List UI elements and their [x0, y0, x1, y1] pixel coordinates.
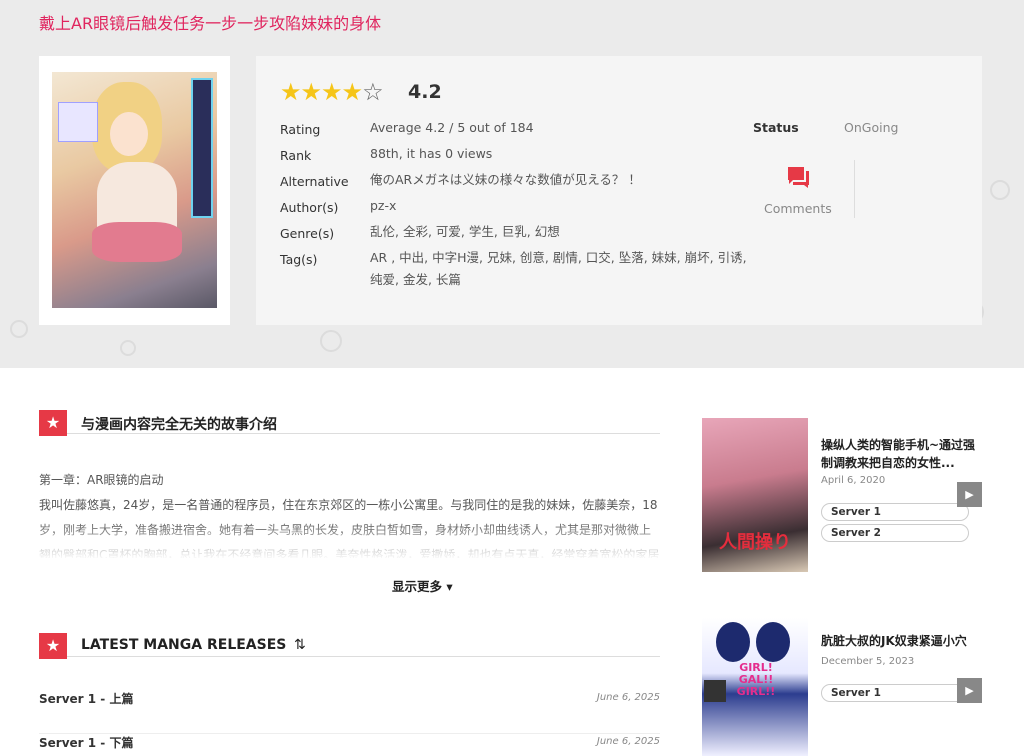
releases-heading: LATEST MANGA RELEASES [81, 637, 287, 653]
sidebar-item-title[interactable]: 操纵人类的智能手机~通过强制调教来把自恋的女性... [821, 436, 981, 472]
sort-arrows-icon[interactable]: ⇅ [294, 637, 306, 653]
play-arrow-icon[interactable]: ▶ [957, 482, 982, 507]
cover-frame [39, 56, 230, 325]
rank-value: 88th, it has 0 views [370, 146, 493, 161]
thumbnail-logo-art: GIRL! GAL!! GIRL!! [736, 661, 776, 698]
synopsis-fade [39, 520, 660, 560]
synopsis-heading: 与漫画内容完全无关的故事介绍 [81, 417, 277, 433]
play-arrow-icon[interactable]: ▶ [957, 678, 982, 703]
sidebar-item-date: April 6, 2020 [821, 475, 886, 486]
cover-image[interactable] [52, 72, 217, 308]
releases-header: ★ LATEST MANGA RELEASES ⇅ [39, 633, 660, 659]
cover-art [92, 222, 182, 262]
author-value[interactable]: pz-x [370, 195, 760, 217]
sidebar-item-date: December 5, 2023 [821, 656, 915, 667]
status-value: OnGoing [844, 120, 899, 135]
decoration [990, 180, 1010, 200]
chapter-row[interactable]: Server 1 - 上篇 June 6, 2025 [39, 690, 660, 734]
rating-value: Average 4.2 / 5 out of 184 [370, 120, 534, 135]
sidebar-item-title[interactable]: 肮脏大叔的JK奴隶紧逼小穴 [821, 632, 981, 650]
star-badge-icon: ★ [39, 633, 67, 659]
rating-label: Rating [280, 122, 321, 137]
chapter-date: June 6, 2025 [596, 736, 660, 747]
synopsis-header: ★ 与漫画内容完全无关的故事介绍 [39, 410, 660, 436]
rank-label: Rank [280, 148, 312, 163]
status-label: Status [753, 120, 799, 135]
manga-header: 戴上AR眼镜后触发任务一步一步攻陷妹妹的身体 ★★★★☆ 4.2 Rating … [0, 0, 1024, 368]
chapter-name[interactable]: Server 1 - 下篇 [39, 734, 133, 751]
genre-links[interactable]: 乱伦, 全彩, 可爱, 学生, 巨乳, 幻想 [370, 221, 760, 243]
star-empty-icon: ☆ [362, 78, 383, 106]
show-more-button[interactable]: 显示更多 ▾ [392, 576, 453, 595]
star-badge-icon: ★ [39, 410, 67, 436]
info-panel: ★★★★☆ 4.2 Rating Average 4.2 / 5 out of … [256, 56, 982, 325]
decoration [320, 330, 342, 352]
page-title: 戴上AR眼镜后触发任务一步一步攻陷妹妹的身体 [39, 14, 382, 33]
cover-title-art [191, 78, 213, 218]
show-more-label: 显示更多 [392, 579, 443, 594]
server-2-button[interactable]: Server 2 [821, 524, 969, 542]
thumbnail-art [756, 622, 790, 662]
thumbnail-art [704, 680, 726, 702]
cover-art [110, 112, 148, 156]
tag-label: Tag(s) [280, 252, 318, 267]
chapter-row[interactable]: Server 1 - 下篇 June 6, 2025 [39, 734, 660, 756]
caret-down-icon: ▾ [442, 579, 453, 594]
rating-stars: ★★★★☆ [280, 78, 384, 106]
tag-links[interactable]: AR , 中出, 中字H漫, 兄妹, 创意, 剧情, 口交, 坠落, 妹妹, 崩… [370, 247, 755, 291]
comments-button[interactable]: Comments [764, 201, 832, 216]
chapter-name[interactable]: Server 1 - 上篇 [39, 690, 133, 707]
alternative-value: 俺のARメガネは义妹の様々な数値が见える？ ！ [370, 172, 641, 187]
comments-icon[interactable] [786, 166, 810, 188]
cover-art [58, 102, 98, 142]
chapter-date: June 6, 2025 [596, 692, 660, 703]
sidebar-thumbnail[interactable]: GIRL! GAL!! GIRL!! [702, 618, 808, 756]
star-icon: ★★★★ [280, 78, 363, 106]
thumbnail-art [716, 622, 750, 662]
divider [854, 160, 855, 218]
server-1-button[interactable]: Server 1 [821, 503, 969, 521]
server-1-button[interactable]: Server 1 [821, 684, 969, 702]
thumbnail-logo-art: 人間操り [719, 532, 791, 553]
decoration [10, 320, 28, 338]
alternative-label: Alternative [280, 174, 349, 189]
decoration [120, 340, 136, 356]
author-label: Author(s) [280, 200, 339, 215]
genre-label: Genre(s) [280, 226, 335, 241]
rating-score: 4.2 [408, 81, 442, 103]
sidebar-thumbnail[interactable]: 人間操り [702, 418, 808, 572]
